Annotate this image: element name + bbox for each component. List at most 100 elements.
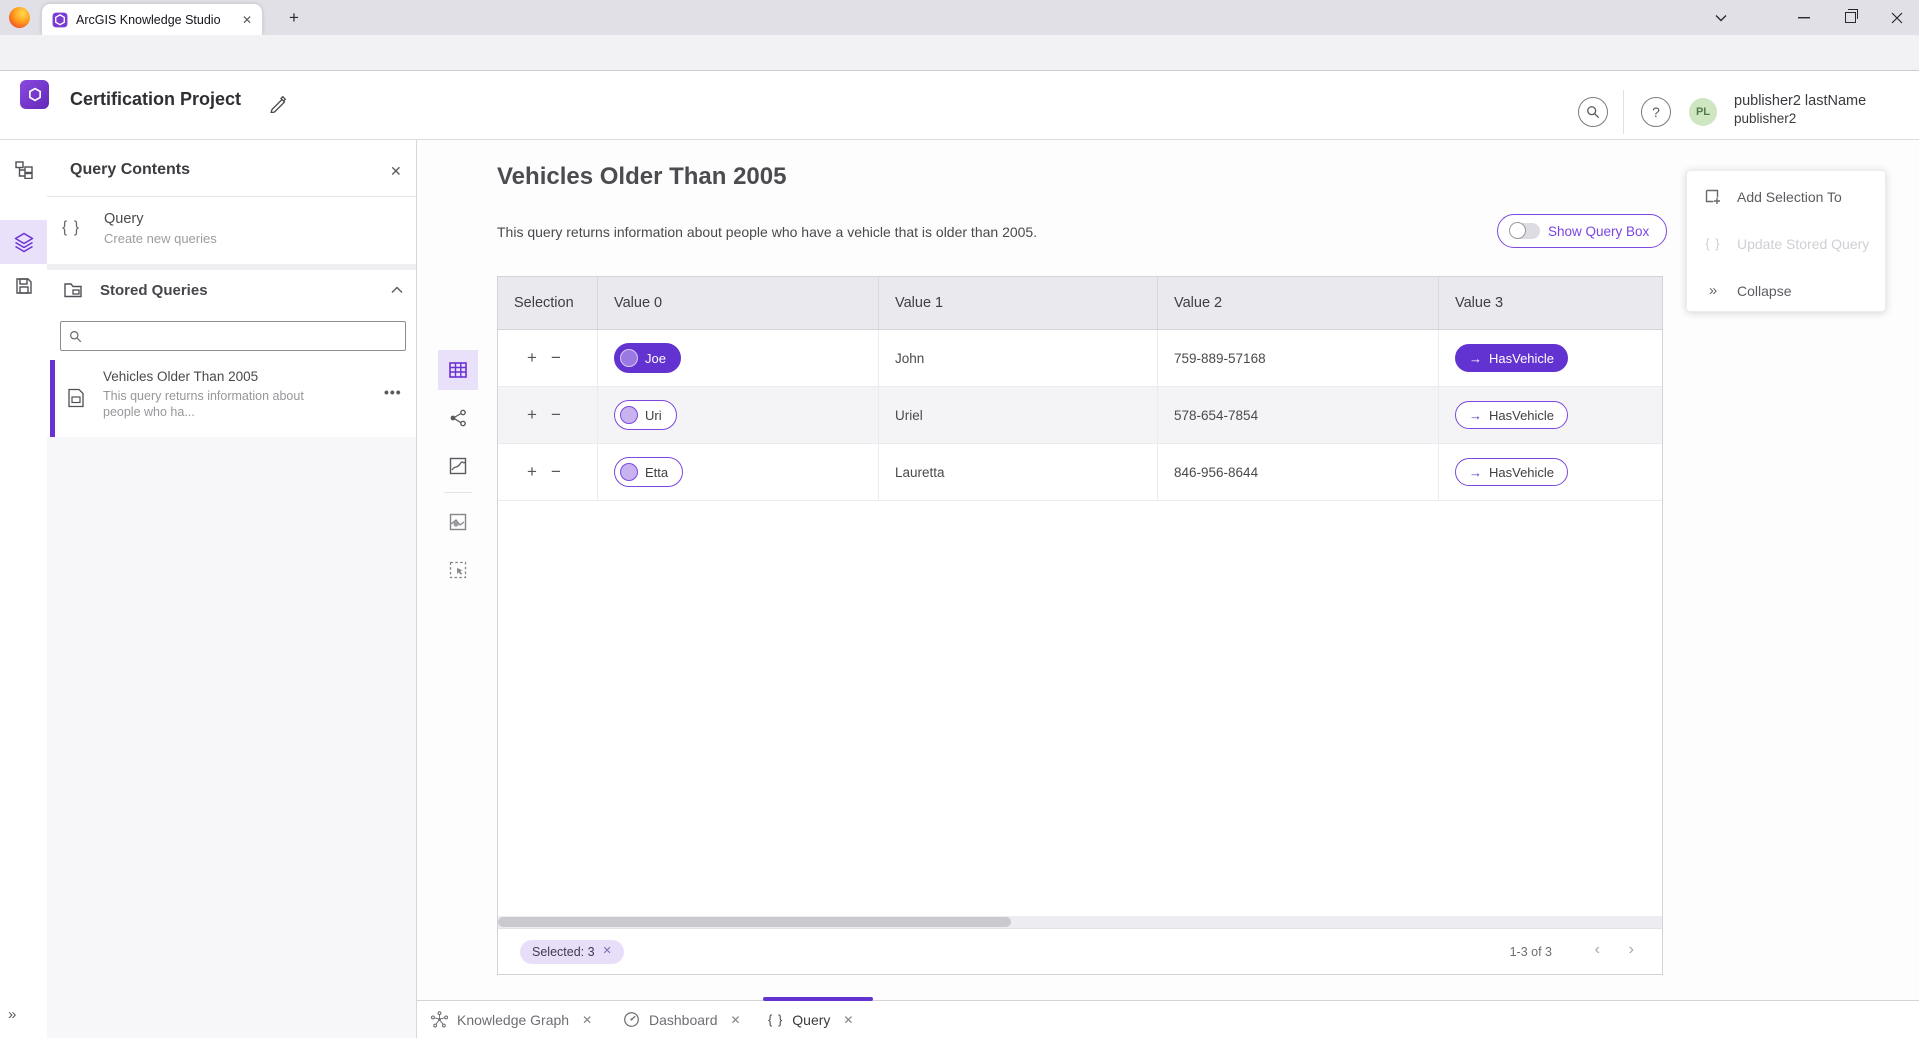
menu-item-collapse[interactable]: » Collapse [1687, 267, 1885, 314]
layout-view-icon[interactable] [438, 502, 478, 542]
restore-icon[interactable] [1833, 0, 1867, 35]
selected-indicator [50, 360, 55, 437]
cell-value: 759-889-57168 [1158, 330, 1439, 386]
map-view-icon[interactable] [438, 446, 478, 486]
chip-close-icon[interactable]: ✕ [603, 946, 612, 957]
relationship-pill[interactable]: →HasVehicle [1455, 344, 1568, 372]
browser-toolbar: ← → ⟳ https://dev0028833.esri.com/portal… [0, 35, 1919, 71]
page-title: Certification Project [70, 89, 241, 110]
arrow-right-icon: → [1469, 465, 1482, 480]
close-panel-icon[interactable]: ✕ [390, 163, 402, 181]
entity-pill[interactable]: Uri [614, 400, 677, 430]
search-input[interactable] [88, 328, 397, 345]
left-rail: » [0, 140, 47, 1038]
stored-query-item[interactable]: Vehicles Older Than 2005 This query retu… [47, 360, 416, 437]
stored-queries-title: Stored Queries [100, 282, 208, 299]
data-model-icon[interactable] [13, 158, 35, 180]
add-to-selection-icon[interactable]: + [520, 405, 544, 425]
entity-dot-icon [620, 406, 638, 424]
query-item[interactable]: { } Query Create new queries [47, 197, 416, 264]
prev-page-icon[interactable]: ‹ [1595, 941, 1600, 959]
user-name[interactable]: publisher2 lastName publisher2 [1734, 93, 1866, 127]
menu-item-add-selection-to[interactable]: Add Selection To [1687, 173, 1885, 220]
select-view-icon[interactable] [438, 550, 478, 590]
active-tab-indicator [763, 997, 873, 1001]
edit-pencil-icon[interactable] [269, 94, 288, 118]
more-options-icon[interactable]: ••• [384, 384, 402, 400]
tab-close-icon[interactable]: ✕ [242, 14, 252, 26]
entity-pill[interactable]: Etta [614, 457, 683, 487]
close-icon[interactable] [1880, 0, 1914, 35]
stored-query-title: Vehicles Older Than 2005 [103, 369, 258, 384]
firefox-icon[interactable] [9, 7, 30, 28]
tab-dashboard[interactable]: Dashboard ✕ [623, 1001, 741, 1038]
table-row: + − Uri Uriel 578-654-7854 →HasVehicle [498, 387, 1662, 444]
table-row: + − Etta Lauretta 846-956-8644 →HasVehic… [498, 444, 1662, 501]
search-icon [69, 330, 82, 343]
chevron-up-icon[interactable] [391, 286, 403, 294]
tab-close-icon[interactable]: ✕ [731, 1014, 741, 1026]
panel-title: Query Contents [70, 161, 190, 179]
save-icon[interactable] [13, 275, 35, 297]
entity-dot-icon [620, 349, 638, 367]
column-header: Value 3 [1439, 277, 1662, 329]
folder-icon [63, 280, 83, 300]
query-item-subtitle: Create new queries [104, 231, 217, 246]
browser-tab-strip: ArcGIS Knowledge Studio ✕ + [0, 0, 1919, 35]
column-header: Selection [498, 277, 598, 329]
row-range: 1-3 of 3 [1510, 945, 1552, 959]
entity-dot-icon [620, 463, 638, 481]
layers-icon[interactable] [13, 231, 35, 253]
add-to-selection-icon[interactable]: + [520, 462, 544, 482]
help-icon[interactable]: ? [1641, 97, 1671, 127]
arrow-right-icon: → [1469, 351, 1482, 366]
braces-icon: { } [768, 1012, 783, 1027]
entity-pill[interactable]: Joe [614, 343, 681, 373]
scrollbar-thumb[interactable] [498, 917, 1011, 927]
document-icon [67, 388, 85, 408]
dashboard-icon [623, 1011, 640, 1028]
tab-list-chevron-icon[interactable] [1704, 0, 1738, 35]
add-selection-icon [1703, 188, 1723, 206]
browser-tab[interactable]: ArcGIS Knowledge Studio ✕ [42, 4, 262, 35]
tab-close-icon[interactable]: ✕ [843, 1014, 853, 1026]
tab-knowledge-graph[interactable]: Knowledge Graph ✕ [431, 1001, 592, 1038]
link-chart-view-icon[interactable] [438, 398, 478, 438]
avatar[interactable]: PL [1689, 98, 1717, 126]
context-menu: Add Selection To { } Update Stored Query… [1686, 170, 1886, 312]
stored-queries-header[interactable]: Stored Queries [47, 270, 416, 312]
expand-icon[interactable]: » [8, 1006, 16, 1023]
remove-from-selection-icon[interactable]: − [544, 405, 568, 425]
tab-close-icon[interactable]: ✕ [582, 1014, 592, 1026]
relationship-pill[interactable]: →HasVehicle [1455, 458, 1568, 486]
toggle-label: Show Query Box [1548, 224, 1649, 239]
new-tab-button[interactable]: + [282, 6, 306, 30]
table-header: Selection Value 0 Value 1 Value 2 Value … [498, 277, 1662, 330]
column-header: Value 2 [1158, 277, 1439, 329]
arcgis-knowledge-logo-icon [52, 12, 68, 28]
query-result-title: Vehicles Older Than 2005 [497, 163, 786, 191]
remove-from-selection-icon[interactable]: − [544, 348, 568, 368]
query-result-description: This query returns information about peo… [497, 224, 1037, 240]
remove-from-selection-icon[interactable]: − [544, 462, 568, 482]
minimize-icon[interactable] [1787, 0, 1821, 35]
query-results-table: Selection Value 0 Value 1 Value 2 Value … [497, 276, 1663, 975]
query-contents-panel: Query Contents ✕ { } Query Create new qu… [47, 140, 417, 1038]
show-query-box-toggle[interactable]: Show Query Box [1497, 214, 1667, 248]
relationship-pill[interactable]: →HasVehicle [1455, 401, 1568, 429]
cell-value: Lauretta [879, 444, 1158, 500]
viewbar-divider [444, 492, 472, 493]
table-view-icon[interactable] [438, 350, 478, 390]
table-row: + − Joe John 759-889-57168 →HasVehicle [498, 330, 1662, 387]
stored-queries-search[interactable] [60, 321, 406, 351]
add-to-selection-icon[interactable]: + [520, 348, 544, 368]
cell-value: 578-654-7854 [1158, 387, 1439, 443]
header-divider [1623, 90, 1624, 134]
search-icon[interactable] [1578, 97, 1608, 127]
cell-value: Uriel [879, 387, 1158, 443]
menu-item-update-stored-query: { } Update Stored Query [1687, 220, 1885, 267]
view-switcher [438, 350, 478, 598]
tab-query[interactable]: { } Query ✕ [768, 1001, 853, 1038]
arcgis-knowledge-logo-icon [20, 80, 49, 109]
next-page-icon[interactable]: › [1629, 941, 1634, 959]
